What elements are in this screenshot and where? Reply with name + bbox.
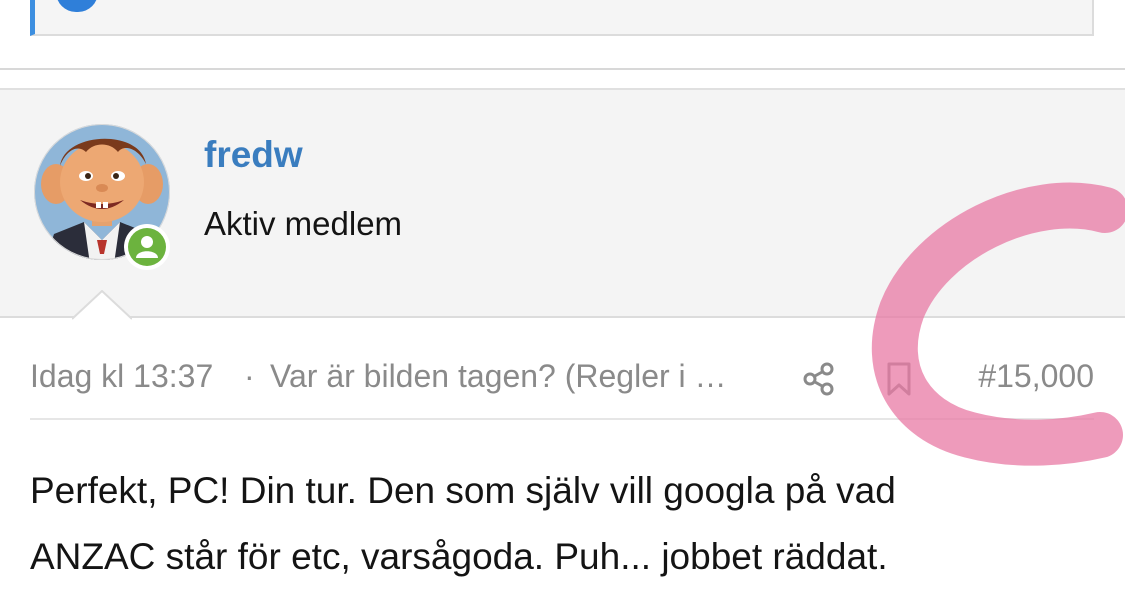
thread-link[interactable]: Var är bilden tagen? (Regler i … xyxy=(270,358,780,395)
meta-separator: · xyxy=(244,358,255,394)
online-status-badge xyxy=(124,224,170,270)
online-person-icon xyxy=(136,236,158,258)
bookmark-button[interactable] xyxy=(882,360,916,398)
quoted-post-box[interactable] xyxy=(30,0,1094,36)
bookmark-icon xyxy=(887,362,911,396)
post-body-line: Perfekt, PC! Din tur. Den som själv vill… xyxy=(30,470,896,511)
post-separator xyxy=(0,68,1125,70)
author-username[interactable]: fredw xyxy=(204,134,303,176)
post-number-link[interactable]: #15,000 xyxy=(978,358,1094,395)
meta-divider xyxy=(30,418,1094,420)
post-body-line: ANZAC står för etc, varsågoda. Puh... jo… xyxy=(30,536,888,577)
share-button[interactable] xyxy=(800,360,838,398)
share-icon xyxy=(803,362,834,396)
author-title: Aktiv medlem xyxy=(204,205,403,242)
post-meta-row: Idag kl 13:37 · Var är bilden tagen? (Re… xyxy=(30,358,1094,402)
post-date[interactable]: Idag kl 13:37 xyxy=(30,358,213,395)
post-body: Perfekt, PC! Din tur. Den som själv vill… xyxy=(30,458,1094,590)
header-pointer-arrow xyxy=(72,290,132,320)
